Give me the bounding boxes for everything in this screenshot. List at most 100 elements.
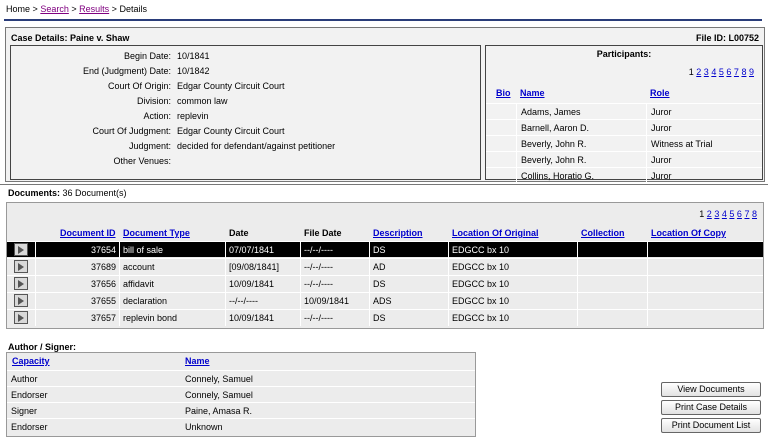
breadcrumb-results-link[interactable]: Results bbox=[79, 4, 109, 14]
location-original-header[interactable]: Location Of Original bbox=[452, 228, 539, 238]
detail-label: Begin Date: bbox=[123, 51, 171, 61]
participant-role: Juror bbox=[646, 120, 762, 136]
documents-heading: Documents: 36 Document(s) bbox=[8, 188, 127, 198]
play-icon[interactable] bbox=[14, 260, 28, 273]
document-row[interactable]: 37689 account [09/08/1841] --/--/---- AD… bbox=[7, 258, 763, 275]
author-name: Unknown bbox=[185, 422, 223, 432]
breadcrumb-home[interactable]: Home bbox=[6, 4, 30, 14]
documents-count: 36 Document(s) bbox=[62, 188, 127, 198]
page-current: 1 bbox=[688, 67, 694, 77]
page-link[interactable]: 8 bbox=[752, 209, 757, 219]
document-location: EDGCC bx 10 bbox=[448, 242, 577, 258]
page-link[interactable]: 5 bbox=[729, 209, 734, 219]
play-icon[interactable] bbox=[14, 294, 28, 307]
breadcrumb-search-link[interactable]: Search bbox=[40, 4, 69, 14]
page-link[interactable]: 7 bbox=[734, 67, 739, 77]
page-link[interactable]: 2 bbox=[707, 209, 712, 219]
author-name-column-header[interactable]: Name bbox=[185, 356, 210, 366]
participant-role: Witness at Trial bbox=[646, 136, 762, 152]
document-file-date: 10/09/1841 bbox=[300, 293, 369, 309]
document-date: [09/08/1841] bbox=[225, 259, 300, 275]
view-documents-button[interactable]: View Documents bbox=[661, 382, 761, 397]
author-row: Author Connely, Samuel bbox=[7, 370, 475, 386]
document-location: EDGCC bx 10 bbox=[448, 276, 577, 292]
detail-label: Other Venues: bbox=[113, 156, 171, 166]
document-type: account bbox=[119, 259, 225, 275]
participant-name: Barnell, Aaron D. bbox=[516, 120, 646, 136]
author-capacity: Author bbox=[11, 374, 38, 384]
page-link[interactable]: 7 bbox=[744, 209, 749, 219]
print-document-list-button[interactable]: Print Document List bbox=[661, 418, 761, 433]
author-row: Signer Paine, Amasa R. bbox=[7, 402, 475, 418]
page-link[interactable]: 5 bbox=[719, 67, 724, 77]
document-description: ADS bbox=[369, 293, 448, 309]
page-link[interactable]: 4 bbox=[711, 67, 716, 77]
document-row[interactable]: 37654 bill of sale 07/07/1841 --/--/----… bbox=[7, 241, 763, 258]
page-link[interactable]: 2 bbox=[696, 67, 701, 77]
detail-row-other-venues: Other Venues: bbox=[11, 154, 471, 169]
play-icon[interactable] bbox=[14, 243, 28, 256]
participant-name: Collins, Horatio G. bbox=[516, 168, 646, 184]
detail-row-end-date: End (Judgment) Date: 10/1842 bbox=[11, 64, 471, 79]
document-type-header[interactable]: Document Type bbox=[123, 228, 190, 238]
play-icon[interactable] bbox=[14, 277, 28, 290]
name-column-header[interactable]: Name bbox=[520, 88, 545, 98]
page-link[interactable]: 3 bbox=[714, 209, 719, 219]
case-details-panel: Case Details: Paine v. Shaw File ID: L00… bbox=[5, 27, 765, 184]
document-file-date: --/--/---- bbox=[300, 276, 369, 292]
header-divider bbox=[4, 19, 762, 21]
documents-divider bbox=[0, 184, 768, 185]
page-link[interactable]: 4 bbox=[722, 209, 727, 219]
description-header[interactable]: Description bbox=[373, 228, 423, 238]
participant-row: Beverly, John R. Witness at Trial bbox=[486, 135, 762, 152]
role-column-header[interactable]: Role bbox=[650, 88, 670, 98]
play-icon[interactable] bbox=[14, 311, 28, 324]
author-row: Endorser Connely, Samuel bbox=[7, 386, 475, 402]
breadcrumb: Home > Search > Results > Details bbox=[6, 4, 147, 14]
file-id: File ID: L00752 bbox=[695, 33, 759, 43]
print-case-details-button[interactable]: Print Case Details bbox=[661, 400, 761, 415]
page-link[interactable]: 6 bbox=[726, 67, 731, 77]
document-collection bbox=[577, 310, 647, 326]
page-link[interactable]: 9 bbox=[749, 67, 754, 77]
document-description: DS bbox=[369, 242, 448, 258]
author-name: Connely, Samuel bbox=[185, 374, 253, 384]
document-id: 37655 bbox=[35, 293, 119, 309]
page-link[interactable]: 6 bbox=[737, 209, 742, 219]
detail-value: 10/1842 bbox=[177, 66, 210, 76]
document-row[interactable]: 37657 replevin bond 10/09/1841 --/--/---… bbox=[7, 309, 763, 326]
detail-value: Edgar County Circuit Court bbox=[177, 126, 285, 136]
document-type: replevin bond bbox=[119, 310, 225, 326]
participant-role: Juror bbox=[646, 168, 762, 184]
detail-value: decided for defendant/against petitioner bbox=[177, 141, 336, 151]
detail-value: Edgar County Circuit Court bbox=[177, 81, 285, 91]
detail-label: Division: bbox=[136, 96, 171, 106]
page-link[interactable]: 8 bbox=[741, 67, 746, 77]
document-date: 10/09/1841 bbox=[225, 276, 300, 292]
author-signer-table: Capacity Name Author Connely, Samuel End… bbox=[6, 352, 476, 437]
author-capacity: Endorser bbox=[11, 422, 48, 432]
detail-row-court-of-origin: Court Of Origin: Edgar County Circuit Co… bbox=[11, 79, 471, 94]
document-row[interactable]: 37656 affidavit 10/09/1841 --/--/---- DS… bbox=[7, 275, 763, 292]
author-name: Paine, Amasa R. bbox=[185, 406, 253, 416]
document-location: EDGCC bx 10 bbox=[448, 259, 577, 275]
document-copy-location bbox=[647, 293, 763, 309]
document-copy-location bbox=[647, 310, 763, 326]
breadcrumb-separator: > bbox=[111, 4, 117, 14]
case-details-box: Begin Date: 10/1841 End (Judgment) Date:… bbox=[10, 45, 481, 180]
page-link[interactable]: 3 bbox=[704, 67, 709, 77]
bio-column-header[interactable]: Bio bbox=[496, 88, 511, 98]
detail-label: Court Of Origin: bbox=[107, 81, 171, 91]
participant-row: Barnell, Aaron D. Juror bbox=[486, 119, 762, 136]
location-copy-header[interactable]: Location Of Copy bbox=[651, 228, 726, 238]
document-id: 37689 bbox=[35, 259, 119, 275]
detail-row-action: Action: replevin bbox=[11, 109, 471, 124]
document-id-header[interactable]: Document ID bbox=[60, 228, 116, 238]
detail-value: replevin bbox=[177, 111, 209, 121]
collection-header[interactable]: Collection bbox=[581, 228, 625, 238]
detail-row-judgment: Judgment: decided for defendant/against … bbox=[11, 139, 471, 154]
capacity-column-header[interactable]: Capacity bbox=[12, 356, 50, 366]
author-row: Endorser Unknown bbox=[7, 418, 475, 434]
document-row[interactable]: 37655 declaration --/--/---- 10/09/1841 … bbox=[7, 292, 763, 309]
author-name: Connely, Samuel bbox=[185, 390, 253, 400]
